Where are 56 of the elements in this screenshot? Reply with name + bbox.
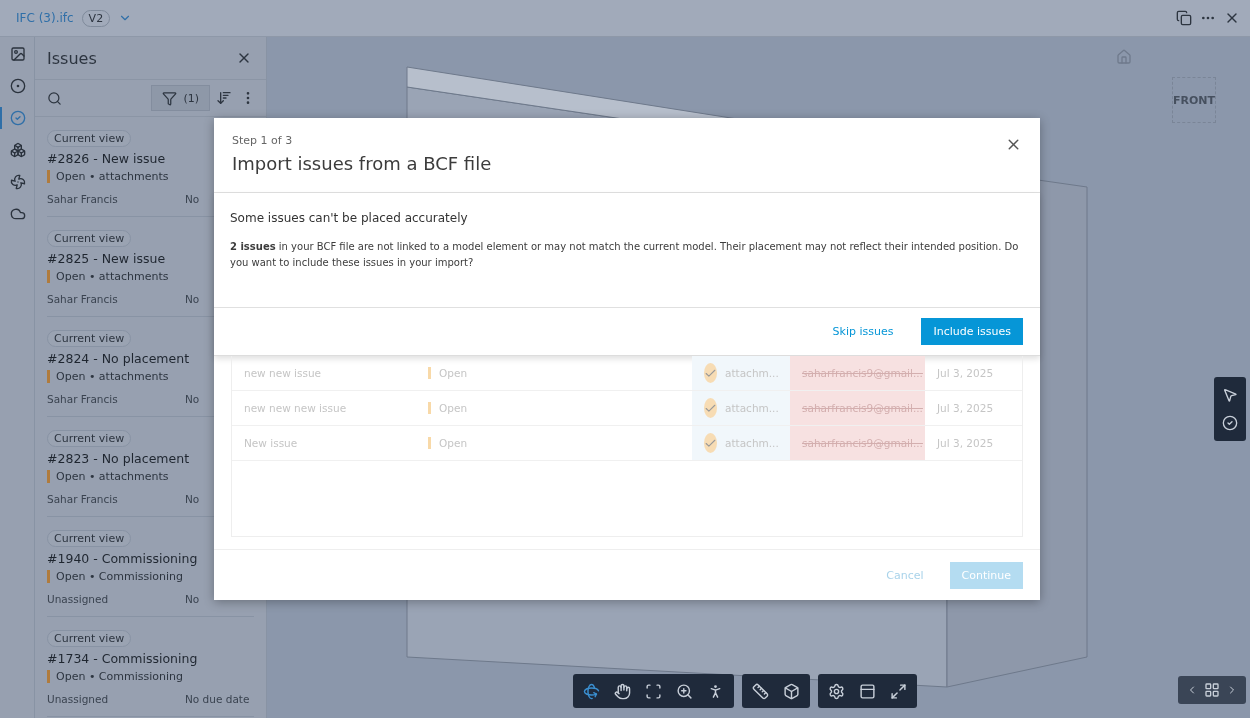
windows-icon[interactable] bbox=[1176, 10, 1192, 26]
issue-title: #1940 - Commissioning bbox=[47, 551, 198, 566]
panel-title: Issues bbox=[47, 48, 97, 68]
issue-title: #2824 - No placement bbox=[47, 351, 190, 366]
frame-icon[interactable] bbox=[645, 682, 662, 700]
tag: Current view bbox=[47, 430, 132, 447]
check-icon bbox=[704, 363, 717, 383]
due-date: No due date bbox=[185, 693, 250, 705]
issue-status: Open • attachments bbox=[47, 270, 169, 283]
filter-icon bbox=[162, 90, 178, 106]
date-cell-text: Jul 3, 2025 bbox=[935, 401, 995, 416]
due-date: No bbox=[185, 593, 200, 605]
box-icon[interactable] bbox=[783, 682, 800, 700]
check-icon bbox=[704, 433, 717, 453]
issue-title: #2826 - New issue bbox=[47, 151, 166, 166]
issue-status: Open • attachments bbox=[47, 170, 169, 183]
assignee: Unassigned bbox=[47, 593, 110, 605]
issue-title: #1734 - Commissioning bbox=[47, 651, 198, 666]
tag: Current view bbox=[47, 630, 132, 647]
issue-status: Open • attachments bbox=[47, 470, 169, 483]
assignee: Unassigned bbox=[47, 693, 110, 705]
hand-icon[interactable] bbox=[614, 682, 631, 700]
check-icon bbox=[704, 398, 717, 418]
view-cube[interactable]: FRONT bbox=[1172, 77, 1216, 123]
orbit-icon[interactable] bbox=[583, 682, 600, 700]
due-date: No bbox=[185, 393, 200, 405]
issue-title: #2823 - No placement bbox=[47, 451, 190, 466]
due-date: No bbox=[185, 193, 200, 205]
filter-button[interactable]: (1) bbox=[151, 85, 210, 111]
due-date: No bbox=[185, 493, 200, 505]
issue-card[interactable]: Current view #1734 - Commissioning Open • Commissioning Unassigned No due date bbox=[47, 617, 254, 717]
issue-status: Open • Commissioning bbox=[47, 570, 183, 583]
date-cell-text: Jul 3, 2025 bbox=[935, 436, 995, 451]
date-cell-text: Jul 3, 2025 bbox=[935, 366, 995, 381]
tag: Current view bbox=[47, 530, 132, 547]
include-button[interactable]: Include issues bbox=[921, 318, 1023, 345]
tag: Current view bbox=[47, 230, 132, 247]
ruler-icon[interactable] bbox=[752, 682, 769, 700]
settings-icon[interactable] bbox=[828, 682, 845, 700]
grid-icon[interactable] bbox=[1204, 682, 1220, 698]
assignee: Sahar Francis bbox=[47, 293, 119, 305]
due-date: No bbox=[185, 293, 200, 305]
assignee: Sahar Francis bbox=[47, 193, 119, 205]
file-name[interactable]: IFC (3).ifc bbox=[16, 11, 74, 25]
issue-title: #2825 - New issue bbox=[47, 251, 166, 266]
issue-status: Open • attachments bbox=[47, 370, 169, 383]
tag: Current view bbox=[47, 130, 132, 147]
issue-status: Open • Commissioning bbox=[47, 670, 183, 683]
pointer-icon[interactable] bbox=[1222, 387, 1238, 403]
expand-icon[interactable] bbox=[890, 682, 907, 700]
panel-icon[interactable] bbox=[859, 682, 876, 700]
zoom-icon[interactable] bbox=[676, 682, 693, 700]
skip-link[interactable]: Skip issues bbox=[820, 318, 906, 345]
tag: Current view bbox=[47, 330, 132, 347]
assignee: Sahar Francis bbox=[47, 493, 119, 505]
assignee: Sahar Francis bbox=[47, 393, 119, 405]
